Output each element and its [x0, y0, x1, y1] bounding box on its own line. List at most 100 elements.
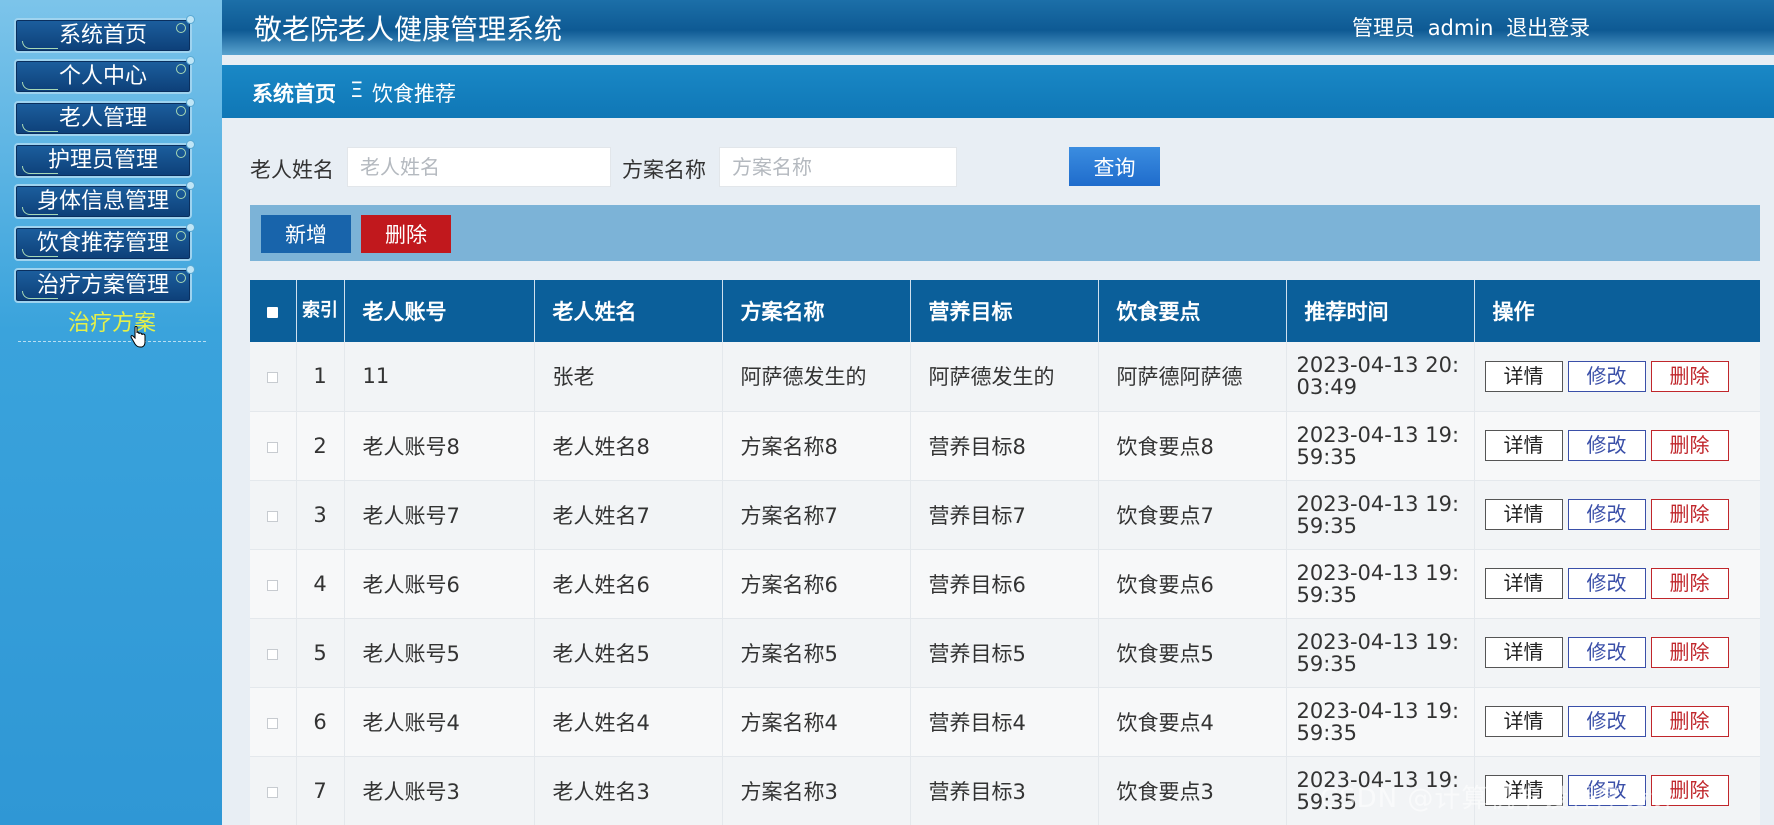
edit-button[interactable]: 修改	[1567, 499, 1646, 530]
time-line-2: 59:35	[1296, 444, 1358, 469]
row-checkbox-cell[interactable]	[250, 756, 297, 825]
cell-index: 2	[296, 411, 345, 481]
sidebar-item-home[interactable]: 系统首页	[14, 15, 195, 53]
header-index: 索引	[296, 280, 345, 342]
time-line-1: 2023-04-13 19:	[1296, 629, 1460, 654]
row-checkbox[interactable]	[267, 579, 279, 591]
ornament-icon	[176, 23, 186, 33]
ornament-icon	[22, 124, 58, 132]
cell-goal: 营养目标7	[910, 480, 1099, 550]
query-button[interactable]: 查询	[1069, 147, 1160, 186]
checkbox-icon[interactable]	[267, 307, 279, 318]
time-line-2: 03:49	[1296, 375, 1358, 400]
edit-button[interactable]: 修改	[1567, 637, 1646, 668]
row-checkbox-cell[interactable]	[250, 549, 297, 619]
cell-account: 11	[344, 342, 535, 412]
header-name: 老人姓名	[534, 280, 723, 342]
time-line-2: 59:35	[1296, 720, 1358, 745]
row-checkbox[interactable]	[267, 510, 279, 522]
cell-goal: 营养目标4	[910, 687, 1099, 757]
detail-button[interactable]: 详情	[1484, 568, 1563, 599]
table-row: 2 老人账号8 老人姓名8 方案名称8 营养目标8 饮食要点8 2023-04-13 19:…	[250, 411, 1760, 481]
user-area: 管理员 admin 退出登录	[1352, 12, 1596, 42]
cell-points: 饮食要点5	[1098, 618, 1287, 688]
cell-time: 2023-04-13 19: 59:35	[1286, 618, 1475, 688]
cell-goal: 营养目标6	[910, 549, 1099, 619]
cell-index: 5	[296, 618, 345, 688]
detail-button[interactable]: 详情	[1484, 360, 1563, 392]
table-header-row: 索引 老人账号 老人姓名 方案名称 营养目标 饮食要点 推荐时间 操作	[250, 280, 1760, 342]
sidebar-item-elderly[interactable]: 老人管理	[14, 98, 195, 136]
cell-goal: 营养目标8	[910, 411, 1099, 481]
cell-name: 张老	[534, 342, 723, 412]
sidebar-item-diet[interactable]: 饮食推荐管理	[14, 223, 195, 261]
detail-button[interactable]: 详情	[1484, 499, 1563, 530]
cell-points: 阿萨德阿萨德	[1098, 342, 1287, 412]
row-checkbox[interactable]	[267, 372, 279, 384]
sidebar-item-treatment[interactable]: 治疗方案管理	[14, 265, 195, 303]
time-line-2: 59:35	[1296, 582, 1358, 607]
time-line-1: 2023-04-13 19:	[1296, 698, 1460, 723]
breadcrumb-separator-icon: Ξ	[350, 78, 364, 102]
delete-button[interactable]: 删除	[1650, 706, 1729, 737]
detail-button[interactable]: 详情	[1484, 706, 1563, 737]
dot-icon	[186, 181, 195, 190]
ornament-icon	[22, 166, 58, 174]
add-button[interactable]: 新增	[261, 215, 351, 253]
cell-name: 老人姓名4	[534, 687, 723, 757]
row-checkbox[interactable]	[267, 786, 279, 798]
row-checkbox[interactable]	[267, 441, 279, 453]
sidebar: 系统首页 个人中心 老人管理 护理员管理 身体信息管理 饮食推荐管理 治疗方案管…	[0, 0, 222, 825]
plan-search-input[interactable]	[719, 147, 957, 187]
sidebar-item-label: 系统首页	[58, 23, 147, 48]
delete-button[interactable]: 删除	[1650, 430, 1729, 461]
cell-time: 2023-04-13 19: 59:35	[1286, 480, 1475, 550]
edit-button[interactable]: 修改	[1567, 360, 1646, 392]
row-checkbox[interactable]	[267, 648, 279, 660]
cell-goal: 营养目标5	[910, 618, 1099, 688]
cell-goal: 阿萨德发生的	[910, 342, 1099, 412]
cell-index: 4	[296, 549, 345, 619]
cell-ops: 详情 修改 删除	[1474, 411, 1760, 481]
cell-time: 2023-04-13 19: 59:35	[1286, 687, 1475, 757]
cell-index: 1	[296, 342, 345, 412]
row-checkbox-cell[interactable]	[250, 687, 297, 757]
submenu-item-treatment-plan[interactable]: 治疗方案	[18, 306, 206, 342]
delete-button[interactable]: 删除	[1650, 637, 1729, 668]
delete-button[interactable]: 删除	[1650, 499, 1729, 530]
logout-link[interactable]: 退出登录	[1506, 16, 1590, 40]
row-checkbox-cell[interactable]	[250, 480, 297, 550]
row-checkbox-cell[interactable]	[250, 618, 297, 688]
ornament-icon	[176, 273, 186, 283]
delete-button[interactable]: 删除	[1650, 360, 1729, 392]
cell-ops: 详情 修改 删除	[1474, 480, 1760, 550]
breadcrumb: 系统首页 Ξ 饮食推荐	[222, 65, 1774, 118]
header-select-all[interactable]	[250, 280, 297, 342]
row-checkbox-cell[interactable]	[250, 342, 297, 412]
time-line-2: 59:35	[1296, 513, 1358, 538]
edit-button[interactable]: 修改	[1567, 706, 1646, 737]
cell-account: 老人账号5	[344, 618, 535, 688]
cell-goal: 营养目标3	[910, 756, 1099, 825]
row-checkbox-cell[interactable]	[250, 411, 297, 481]
delete-button[interactable]: 删除	[1650, 568, 1729, 599]
sidebar-item-body-info[interactable]: 身体信息管理	[14, 181, 195, 219]
sidebar-item-label: 护理员管理	[47, 148, 158, 173]
sidebar-item-profile[interactable]: 个人中心	[14, 56, 195, 94]
time-line-2: 59:35	[1296, 651, 1358, 676]
time-line-1: 2023-04-13 19:	[1296, 491, 1460, 516]
sidebar-item-caregivers[interactable]: 护理员管理	[14, 140, 195, 178]
ornament-icon	[176, 231, 186, 241]
edit-button[interactable]: 修改	[1567, 430, 1646, 461]
name-search-input[interactable]	[347, 147, 611, 187]
cell-points: 饮食要点6	[1098, 549, 1287, 619]
detail-button[interactable]: 详情	[1484, 637, 1563, 668]
cell-plan: 方案名称8	[722, 411, 911, 481]
batch-delete-button[interactable]: 删除	[361, 215, 451, 253]
row-checkbox[interactable]	[267, 717, 279, 729]
edit-button[interactable]: 修改	[1567, 568, 1646, 599]
table-row: 1 11 张老 阿萨德发生的 阿萨德发生的 阿萨德阿萨德 2023-04-13 20: 03:…	[250, 342, 1760, 412]
detail-button[interactable]: 详情	[1484, 430, 1563, 461]
breadcrumb-home[interactable]: 系统首页	[252, 78, 336, 108]
cell-points: 饮食要点8	[1098, 411, 1287, 481]
